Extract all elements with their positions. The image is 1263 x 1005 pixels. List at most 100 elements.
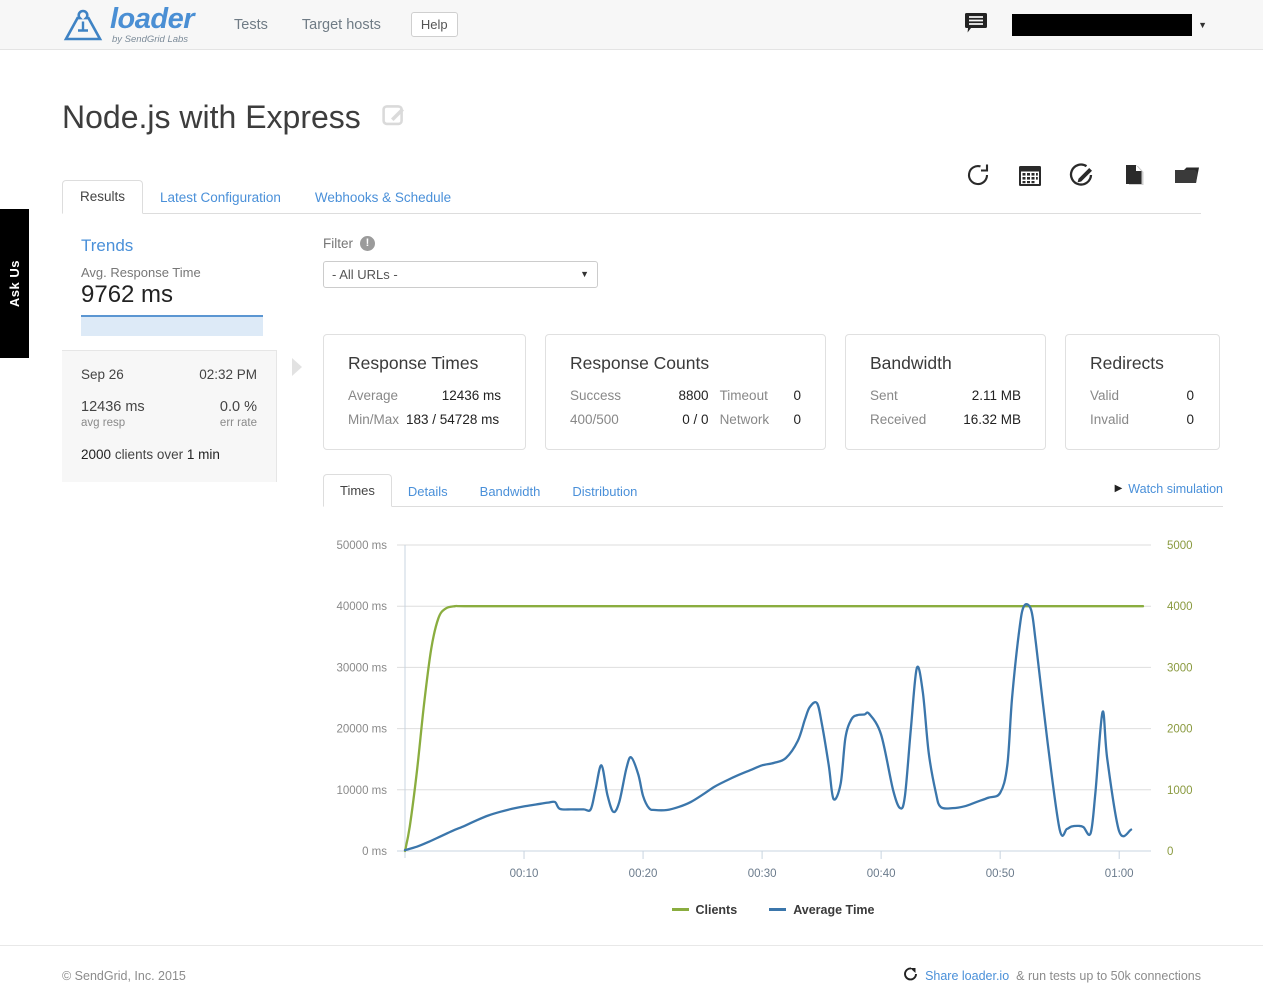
chat-bubble-icon[interactable] (964, 12, 988, 39)
trends-header: Trends Avg. Response Time 9762 ms (62, 236, 277, 351)
trend-run-card[interactable]: Sep 26 02:32 PM 12436 ms 0.0 % avg resp … (62, 350, 277, 482)
summary-cards: Response Times Average 12436 ms Min/Max … (323, 333, 1223, 450)
tab-latest-configuration[interactable]: Latest Configuration (143, 182, 298, 214)
watch-simulation-link[interactable]: ▶ Watch simulation (1115, 482, 1223, 496)
url-filter-select[interactable]: - All URLs - ▼ (323, 260, 598, 288)
row-value: 0 (1186, 411, 1194, 427)
filter-label-row: Filter ! (323, 235, 1223, 251)
trends-metric-label: Avg. Response Time (81, 264, 201, 280)
row-value-2: 0 (793, 411, 801, 427)
svg-text:01:00: 01:00 (1105, 868, 1134, 880)
watch-simulation-label: Watch simulation (1128, 481, 1223, 496)
run-time: 02:32 PM (199, 366, 257, 382)
svg-text:00:30: 00:30 (748, 868, 777, 880)
page-action-toolbar (965, 162, 1201, 193)
ask-us-label: Ask Us (7, 259, 22, 308)
card-title: Bandwidth (870, 352, 952, 373)
row-value: 12436 ms (441, 387, 501, 403)
results-content: Trends Avg. Response Time 9762 ms Sep 26… (62, 235, 1223, 931)
card-response-counts: Response Counts Success 8800 Timeout 0 4… (545, 333, 826, 450)
legend-swatch (769, 908, 787, 912)
svg-text:00:10: 00:10 (510, 868, 539, 880)
logo-tagline: by SendGrid Labs (112, 33, 189, 45)
folder-icon[interactable] (1173, 162, 1201, 193)
run-clients-count: 2000 (81, 446, 112, 462)
row-value: 183 / 54728 ms (406, 411, 500, 427)
logo[interactable]: loader by SendGrid Labs (62, 4, 195, 45)
legend-label: Clients (695, 902, 738, 917)
file-icon[interactable] (1121, 162, 1147, 193)
card-row: 400/500 0 / 0 Network 0 (570, 412, 801, 427)
card-row: Valid 0 (1090, 388, 1195, 403)
chart-tab-details[interactable]: Details (392, 476, 464, 507)
top-bar-right-group: ▼ (964, 0, 1207, 50)
ask-us-tab[interactable]: Ask Us (0, 209, 29, 358)
card-bandwidth: Bandwidth Sent 2.11 MB Received 16.32 MB (845, 333, 1046, 450)
times-chart[interactable]: 0 ms 0 10000 ms 1000 20000 ms 2000 30000 ms 300… (323, 531, 1223, 931)
svg-text:0 ms: 0 ms (362, 846, 387, 858)
nav-item-target-hosts[interactable]: Target hosts (302, 17, 381, 33)
svg-text:2000: 2000 (1167, 723, 1193, 735)
chevron-right-icon[interactable] (289, 356, 305, 384)
chevron-down-icon: ▼ (1198, 20, 1207, 30)
run-avg-resp-label: avg resp (81, 416, 126, 429)
svg-text:3000: 3000 (1167, 662, 1193, 674)
nav-item-tests[interactable]: Tests (234, 17, 268, 33)
filter-label: Filter (323, 235, 353, 251)
edit-icon[interactable] (1069, 162, 1095, 193)
row-key: Valid (1090, 387, 1120, 403)
row-value: 0 (1186, 387, 1194, 403)
row-key: 400/500 (570, 411, 619, 427)
results-main-column: Filter ! - All URLs - ▼ Response Times A… (277, 235, 1223, 931)
row-key: Min/Max (348, 411, 400, 427)
chart-tab-times[interactable]: Times (323, 473, 392, 507)
legend-label: Average Time (793, 902, 875, 917)
card-row: Invalid 0 (1090, 412, 1195, 427)
info-icon[interactable]: ! (360, 235, 375, 251)
tab-webhooks-schedule[interactable]: Webhooks & Schedule (298, 182, 468, 214)
play-triangle-icon: ▶ (1114, 483, 1123, 495)
run-err-rate-label: err rate (219, 416, 257, 429)
svg-text:40000 ms: 40000 ms (336, 601, 387, 613)
share-icon (904, 967, 918, 984)
card-response-times: Response Times Average 12436 ms Min/Max … (323, 333, 526, 450)
refresh-icon[interactable] (965, 162, 991, 193)
loader-weight-logo-icon (62, 7, 104, 43)
tab-results[interactable]: Results (62, 179, 144, 214)
edit-pencil-icon[interactable] (381, 102, 407, 133)
svg-text:00:20: 00:20 (629, 868, 658, 880)
trends-sidebar: Trends Avg. Response Time 9762 ms Sep 26… (62, 236, 302, 931)
svg-text:5000: 5000 (1167, 540, 1193, 552)
chart-canvas: 0 ms 0 10000 ms 1000 20000 ms 2000 30000 ms 300… (336, 540, 1193, 880)
user-account-name-redacted (1012, 14, 1193, 36)
run-clients-summary: 2000 clients over 1 min (81, 447, 257, 462)
run-datetime: Sep 26 02:32 PM (81, 367, 257, 382)
run-err-rate-value: 0.0 % (219, 398, 257, 415)
user-account-menu[interactable]: ▼ (1012, 14, 1207, 36)
row-key-2: Network (719, 411, 770, 427)
run-avg-resp-value: 12436 ms (81, 398, 145, 415)
run-clients-word: clients over (114, 446, 184, 462)
svg-text:30000 ms: 30000 ms (336, 662, 387, 674)
row-value: 2.11 MB (971, 387, 1021, 403)
row-value: 0 / 0 (682, 411, 709, 427)
top-navigation-bar: loader by SendGrid Labs Tests Target hos… (0, 0, 1263, 50)
chart-tab-bandwidth[interactable]: Bandwidth (464, 476, 557, 507)
page-container: Node.js with Express Results Latest Conf… (0, 50, 1263, 931)
svg-text:50000 ms: 50000 ms (336, 540, 387, 552)
legend-item-average-time: Average Time (769, 903, 874, 917)
row-value: 8800 (678, 387, 709, 403)
share-loaderio-link[interactable]: Share loader.io (925, 969, 1009, 983)
trends-title[interactable]: Trends (81, 236, 277, 256)
url-filter-value: - All URLs - (332, 266, 398, 282)
chart-tab-distribution[interactable]: Distribution (556, 476, 653, 507)
svg-text:4000: 4000 (1167, 601, 1193, 613)
help-button[interactable]: Help (410, 12, 458, 37)
calendar-icon[interactable] (1017, 162, 1043, 193)
card-redirects: Redirects Valid 0 Invalid 0 (1065, 333, 1220, 450)
card-title: Response Counts (570, 352, 710, 373)
chevron-down-icon: ▼ (580, 269, 589, 280)
title-row: Node.js with Express (62, 50, 1201, 158)
card-title: Redirects (1090, 352, 1164, 373)
row-key: Average (348, 387, 399, 403)
